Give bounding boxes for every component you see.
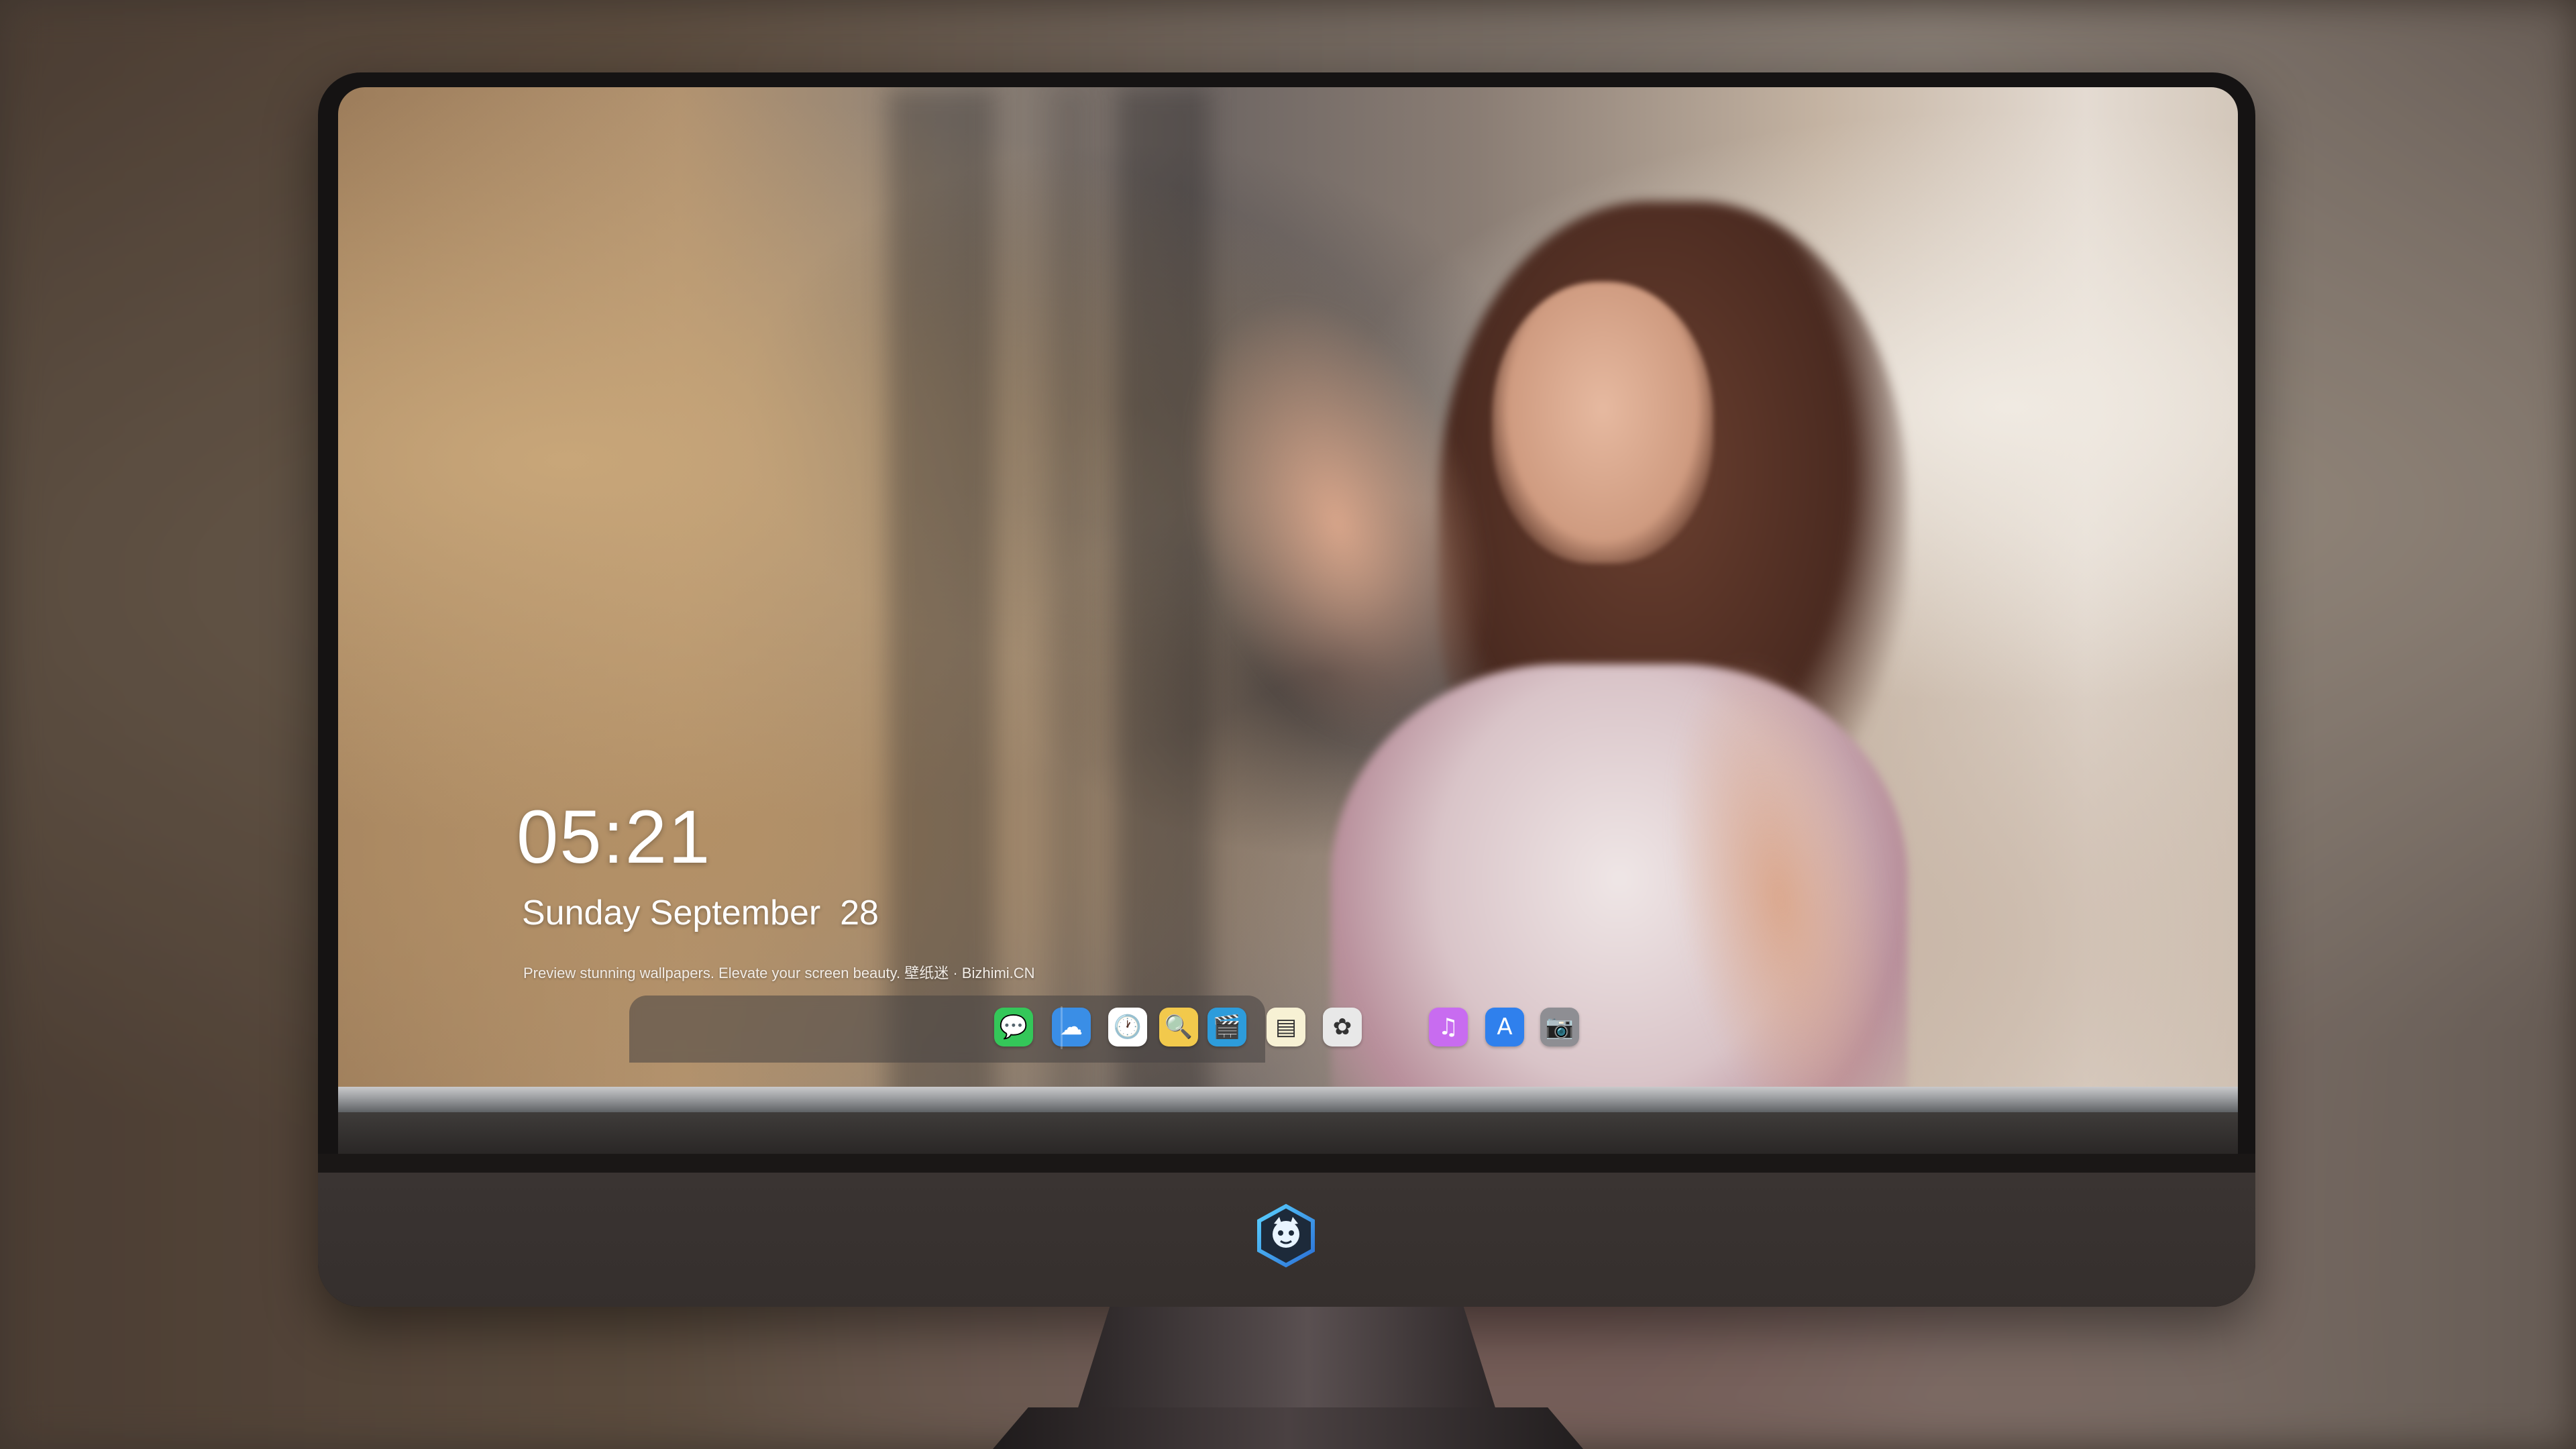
photos-icon[interactable]: ✿	[1323, 1008, 1362, 1046]
notes-icon[interactable]: ▤	[1267, 1008, 1305, 1046]
dock-separator	[1061, 1006, 1063, 1049]
wallpaper-shade	[1049, 87, 1089, 1154]
wallpaper-shade	[1116, 87, 1210, 1154]
monitor-stand-neck	[1076, 1307, 1497, 1414]
monitor-bezel-bottom	[318, 1154, 2255, 1173]
clips-icon[interactable]: 🎬	[1208, 1008, 1246, 1046]
monitor: 05:21 Sunday September 28 Preview stunni…	[318, 72, 2255, 1307]
clock-icon[interactable]: 🕐	[1108, 1008, 1147, 1046]
monitor-stand-base	[993, 1407, 1583, 1449]
wallpaper-railing	[338, 1087, 2238, 1112]
brand-logo-icon	[1257, 1203, 1315, 1268]
preview-icon[interactable]: 🔍	[1159, 1008, 1198, 1046]
camera-icon[interactable]: 📷	[1540, 1008, 1579, 1046]
lock-clock: 05:21	[517, 795, 712, 879]
wallpaper-shade	[888, 87, 996, 1154]
weather-icon[interactable]: ☁	[1052, 1008, 1091, 1046]
lock-date: Sunday September 28	[522, 894, 879, 932]
wallpaper-figure-face	[1492, 282, 1713, 564]
wallpaper-railing-shadow	[338, 1112, 2238, 1154]
wallpaper-tagline: Preview stunning wallpapers. Elevate you…	[523, 965, 1035, 981]
music-icon[interactable]: ♫	[1429, 1008, 1468, 1046]
lock-screen[interactable]: 05:21 Sunday September 28 Preview stunni…	[338, 87, 2238, 1154]
messages-icon[interactable]: 💬	[994, 1008, 1033, 1046]
monitor-chin	[318, 1173, 2255, 1307]
app-store-icon[interactable]: A	[1485, 1008, 1524, 1046]
